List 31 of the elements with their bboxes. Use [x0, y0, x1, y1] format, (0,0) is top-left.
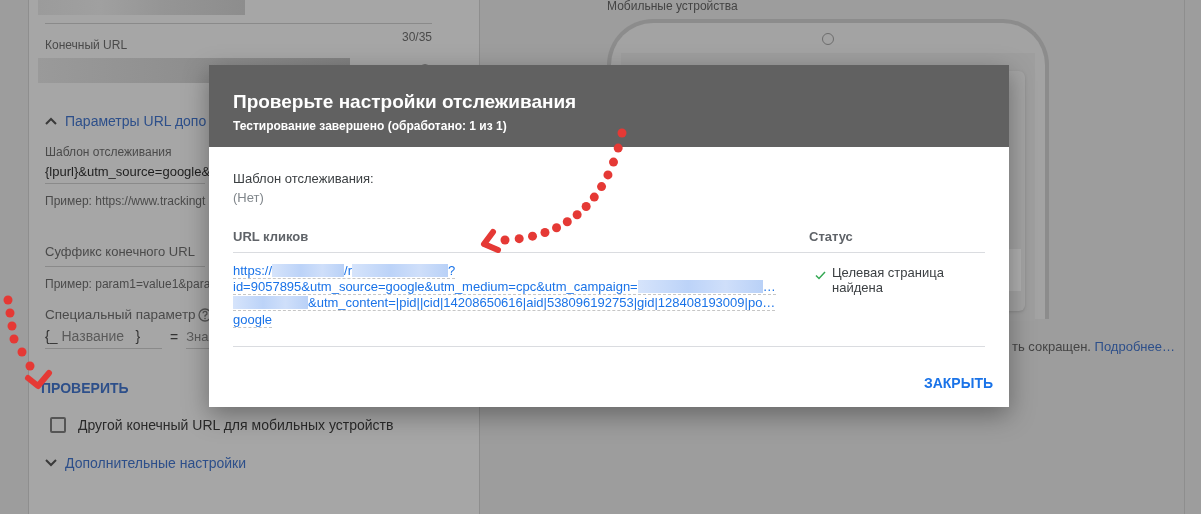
field-label: Суффикс конечного URL [45, 244, 195, 259]
more-link[interactable]: Подробнее… [1094, 339, 1175, 354]
check-button[interactable]: ПРОВЕРИТЬ [41, 379, 129, 397]
field-label: Шаблон отслеживания [45, 145, 172, 159]
template-value: (Нет) [233, 190, 265, 205]
click-url-link[interactable]: https:// /r ? id=9057895&utm_source=google&utm_medium=cpc&utm_campaign= … &utm_content=|pid||cid|14208650616|aid|538096192753|gid|128408193009|po… google [233, 263, 776, 328]
dialog-title: Проверьте настройки отслеживания [233, 91, 578, 113]
preview-note: ть сокращен. [1012, 339, 1091, 354]
close-button[interactable]: ЗАКРЫТЬ [923, 371, 993, 395]
parameter-value-field[interactable]: Зна [186, 328, 211, 344]
field-value: {lpurl}&utm_source=google& [45, 163, 211, 179]
template-label: Шаблон отслеживания: [233, 171, 375, 186]
status-text: Целевая страница найдена [832, 265, 945, 295]
chevron-down-icon [45, 459, 57, 467]
hint-text: Пример: param1=value1&para [45, 277, 211, 291]
column-header: Статус [809, 229, 853, 244]
checkmark-icon [815, 271, 826, 280]
column-header: URL кликов [233, 229, 310, 244]
checkbox-label: Другой конечный URL для мобильных устройств [78, 417, 394, 433]
equals-sign: = [170, 328, 179, 345]
device-title: Мобильные устройства [607, 0, 739, 13]
checkbox[interactable] [50, 417, 66, 433]
chevron-up-icon [45, 117, 57, 125]
character-counter: 30/35 [401, 30, 432, 44]
brace-text: {_ [45, 328, 58, 344]
field-label: Специальный параметр [45, 307, 196, 322]
hint-text: Пример: https://www.trackingt [45, 194, 206, 208]
brace-text: } [135, 328, 141, 344]
parameter-name-field[interactable]: Название [61, 328, 132, 344]
dialog-subtitle: Тестирование завершено (обработано: 1 из 1) [233, 119, 508, 133]
field-label: Конечный URL [45, 38, 128, 52]
